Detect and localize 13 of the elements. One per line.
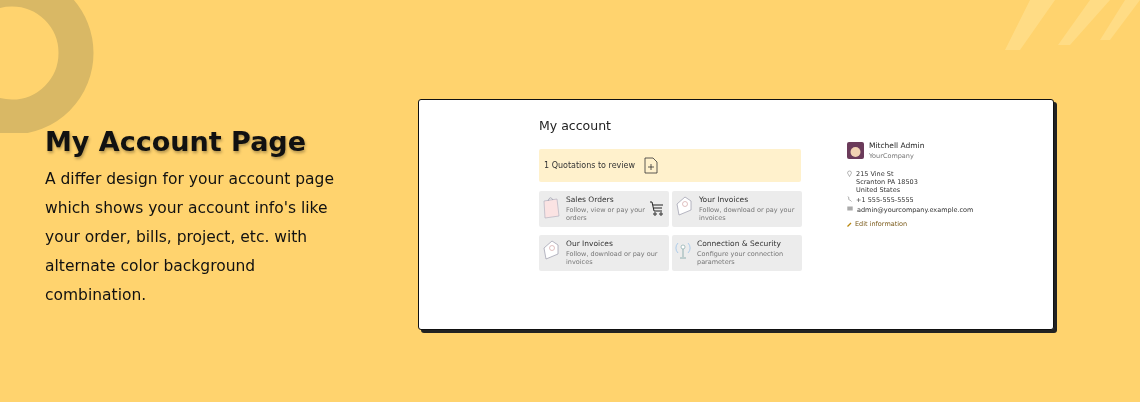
quotations-banner[interactable]: 1 Quotations to review xyxy=(539,149,801,182)
add-document-icon xyxy=(644,157,658,174)
envelope-icon xyxy=(847,206,853,211)
avatar xyxy=(847,142,864,159)
location-pin-icon xyxy=(847,170,852,177)
cart-icon xyxy=(649,201,664,216)
hero-description: A differ design for your account page which shows your account info's like your order, bills, project, etc. with alternate color background combination. xyxy=(45,169,335,306)
phone-icon xyxy=(847,196,852,202)
banner-text: 1 Quotations to review xyxy=(544,161,635,170)
page-heading: My account xyxy=(539,118,612,133)
hero-title: My Account Page xyxy=(45,126,307,157)
shopping-bag-icon xyxy=(542,195,560,219)
pencil-icon xyxy=(847,221,852,227)
